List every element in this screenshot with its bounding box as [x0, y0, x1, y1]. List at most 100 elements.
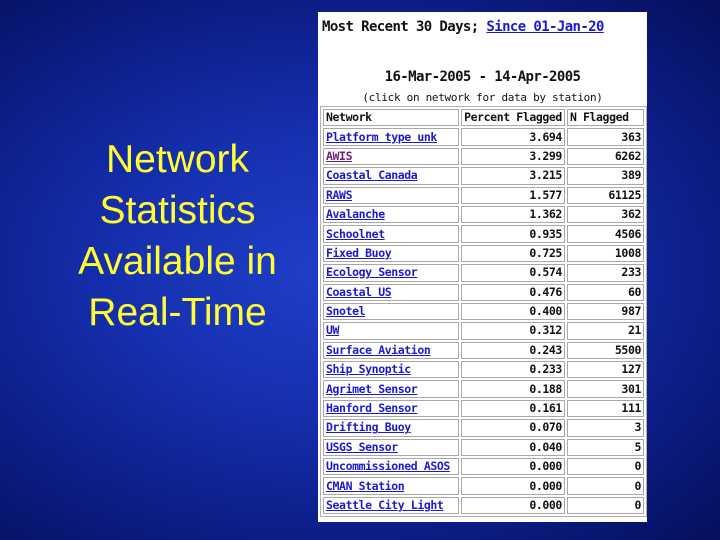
n-flagged-cell: 987 [566, 302, 644, 321]
network-link[interactable]: Agrimet Sensor [326, 382, 418, 396]
table-row: Seattle City Light 0.000 0 [323, 496, 644, 515]
network-cell: USGS Sensor [323, 438, 460, 457]
percent-flagged-cell: 0.935 [461, 225, 565, 243]
table-row: Avalanche 1.362 362 [323, 205, 644, 224]
network-cell: Drifting Buoy [323, 419, 460, 437]
table-row: Schoolnet 0.935 4506 [323, 225, 644, 243]
table-row: Drifting Buoy 0.070 3 [323, 419, 644, 437]
panel-heading: Most Recent 30 Days; Since 01-Jan-20 [322, 19, 604, 35]
network-cell: Avalanche [323, 205, 460, 224]
network-cell: Schoolnet [323, 225, 460, 243]
n-flagged-cell: 0 [566, 477, 644, 495]
percent-flagged-cell: 0.000 [461, 477, 565, 495]
table-row: AWIS 3.299 6262 [323, 147, 644, 166]
since-date-link[interactable]: Since 01-Jan-20 [486, 19, 604, 35]
date-range: 16-Mar-2005 - 14-Apr-2005 [384, 69, 581, 85]
percent-flagged-cell: 1.577 [461, 186, 565, 204]
instruction-hint: (click on network for data by station) [362, 91, 603, 104]
percent-flagged-cell: 3.215 [461, 167, 565, 185]
percent-flagged-cell: 0.040 [461, 438, 565, 457]
percent-flagged-cell: 0.312 [461, 322, 565, 340]
network-link[interactable]: Fixed Buoy [326, 246, 392, 260]
slide-title-line: Statistics [99, 189, 256, 232]
table-row: Ecology Sensor 0.574 233 [323, 264, 644, 282]
percent-flagged-cell: 0.188 [461, 380, 565, 398]
network-cell: Hanford Sensor [323, 399, 460, 418]
table-row: Platform type unk 3.694 363 [323, 128, 644, 146]
n-flagged-cell: 21 [566, 322, 644, 340]
table-row: Coastal US 0.476 60 [323, 283, 644, 301]
network-link[interactable]: Hanford Sensor [326, 401, 418, 415]
table-row: UW 0.312 21 [323, 322, 644, 340]
network-cell: AWIS [323, 147, 460, 166]
column-header-n-flagged: N Flagged [566, 109, 644, 127]
table-row: Fixed Buoy 0.725 1008 [323, 244, 644, 263]
n-flagged-cell: 5 [566, 438, 644, 457]
percent-flagged-cell: 0.070 [461, 419, 565, 437]
network-cell: UW [323, 322, 460, 340]
network-cell: RAWS [323, 186, 460, 204]
network-link[interactable]: USGS Sensor [326, 440, 398, 454]
percent-flagged-cell: 0.574 [461, 264, 565, 282]
network-link[interactable]: Coastal US [326, 285, 392, 299]
table-row: Ship Synoptic 0.233 127 [323, 361, 644, 379]
network-link[interactable]: Platform type unk [326, 130, 437, 144]
percent-flagged-cell: 0.161 [461, 399, 565, 418]
network-cell: Ship Synoptic [323, 361, 460, 379]
n-flagged-cell: 233 [566, 264, 644, 282]
network-link[interactable]: Uncommissioned ASOS [326, 459, 450, 473]
slide-title: Network Statistics Available in Real-Tim… [40, 134, 315, 338]
network-cell: Uncommissioned ASOS [323, 458, 460, 476]
network-link[interactable]: UW [326, 323, 339, 337]
network-link[interactable]: Coastal Canada [326, 168, 418, 182]
column-header-percent-flagged: Percent Flagged [461, 109, 565, 127]
network-link[interactable]: Ship Synoptic [326, 362, 411, 376]
n-flagged-cell: 3 [566, 419, 644, 437]
percent-flagged-cell: 1.362 [461, 205, 565, 224]
network-link[interactable]: RAWS [326, 188, 353, 202]
percent-flagged-cell: 0.243 [461, 341, 565, 360]
table-row: Hanford Sensor 0.161 111 [323, 399, 644, 418]
network-link[interactable]: AWIS [326, 149, 353, 163]
slide-title-line: Network [105, 138, 250, 181]
network-cell: Coastal Canada [323, 167, 460, 185]
network-link[interactable]: Ecology Sensor [326, 265, 418, 279]
network-stats-table: Network Percent Flagged N Flagged Platfo… [320, 106, 647, 518]
n-flagged-cell: 362 [566, 205, 644, 224]
n-flagged-cell: 389 [566, 167, 644, 185]
table-row: Coastal Canada 3.215 389 [323, 167, 644, 185]
n-flagged-cell: 5500 [566, 341, 644, 360]
table-row: Agrimet Sensor 0.188 301 [323, 380, 644, 398]
network-cell: CMAN Station [323, 477, 460, 495]
n-flagged-cell: 4506 [566, 225, 644, 243]
network-cell: Platform type unk [323, 128, 460, 146]
table-row: RAWS 1.577 61125 [323, 186, 644, 204]
network-cell: Seattle City Light [323, 496, 460, 515]
table-header-row: Network Percent Flagged N Flagged [323, 109, 644, 127]
network-cell: Fixed Buoy [323, 244, 460, 263]
n-flagged-cell: 111 [566, 399, 644, 418]
network-link[interactable]: Surface Aviation [326, 343, 431, 357]
table-row: Surface Aviation 0.243 5500 [323, 341, 644, 360]
percent-flagged-cell: 0.000 [461, 458, 565, 476]
network-link[interactable]: Snotel [326, 304, 366, 318]
n-flagged-cell: 301 [566, 380, 644, 398]
table-row: Uncommissioned ASOS 0.000 0 [323, 458, 644, 476]
n-flagged-cell: 6262 [566, 147, 644, 166]
network-cell: Snotel [323, 302, 460, 321]
n-flagged-cell: 61125 [566, 186, 644, 204]
network-link[interactable]: CMAN Station [326, 479, 405, 493]
n-flagged-cell: 0 [566, 458, 644, 476]
heading-text: Most Recent 30 Days; [322, 19, 487, 35]
network-cell: Coastal US [323, 283, 460, 301]
slide-title-line: Available in [78, 240, 277, 283]
percent-flagged-cell: 0.725 [461, 244, 565, 263]
network-cell: Surface Aviation [323, 341, 460, 360]
network-link[interactable]: Drifting Buoy [326, 420, 411, 434]
percent-flagged-cell: 0.233 [461, 361, 565, 379]
n-flagged-cell: 1008 [566, 244, 644, 263]
network-link[interactable]: Seattle City Light [326, 498, 444, 512]
network-link[interactable]: Avalanche [326, 207, 385, 221]
n-flagged-cell: 363 [566, 128, 644, 146]
network-link[interactable]: Schoolnet [326, 227, 385, 241]
